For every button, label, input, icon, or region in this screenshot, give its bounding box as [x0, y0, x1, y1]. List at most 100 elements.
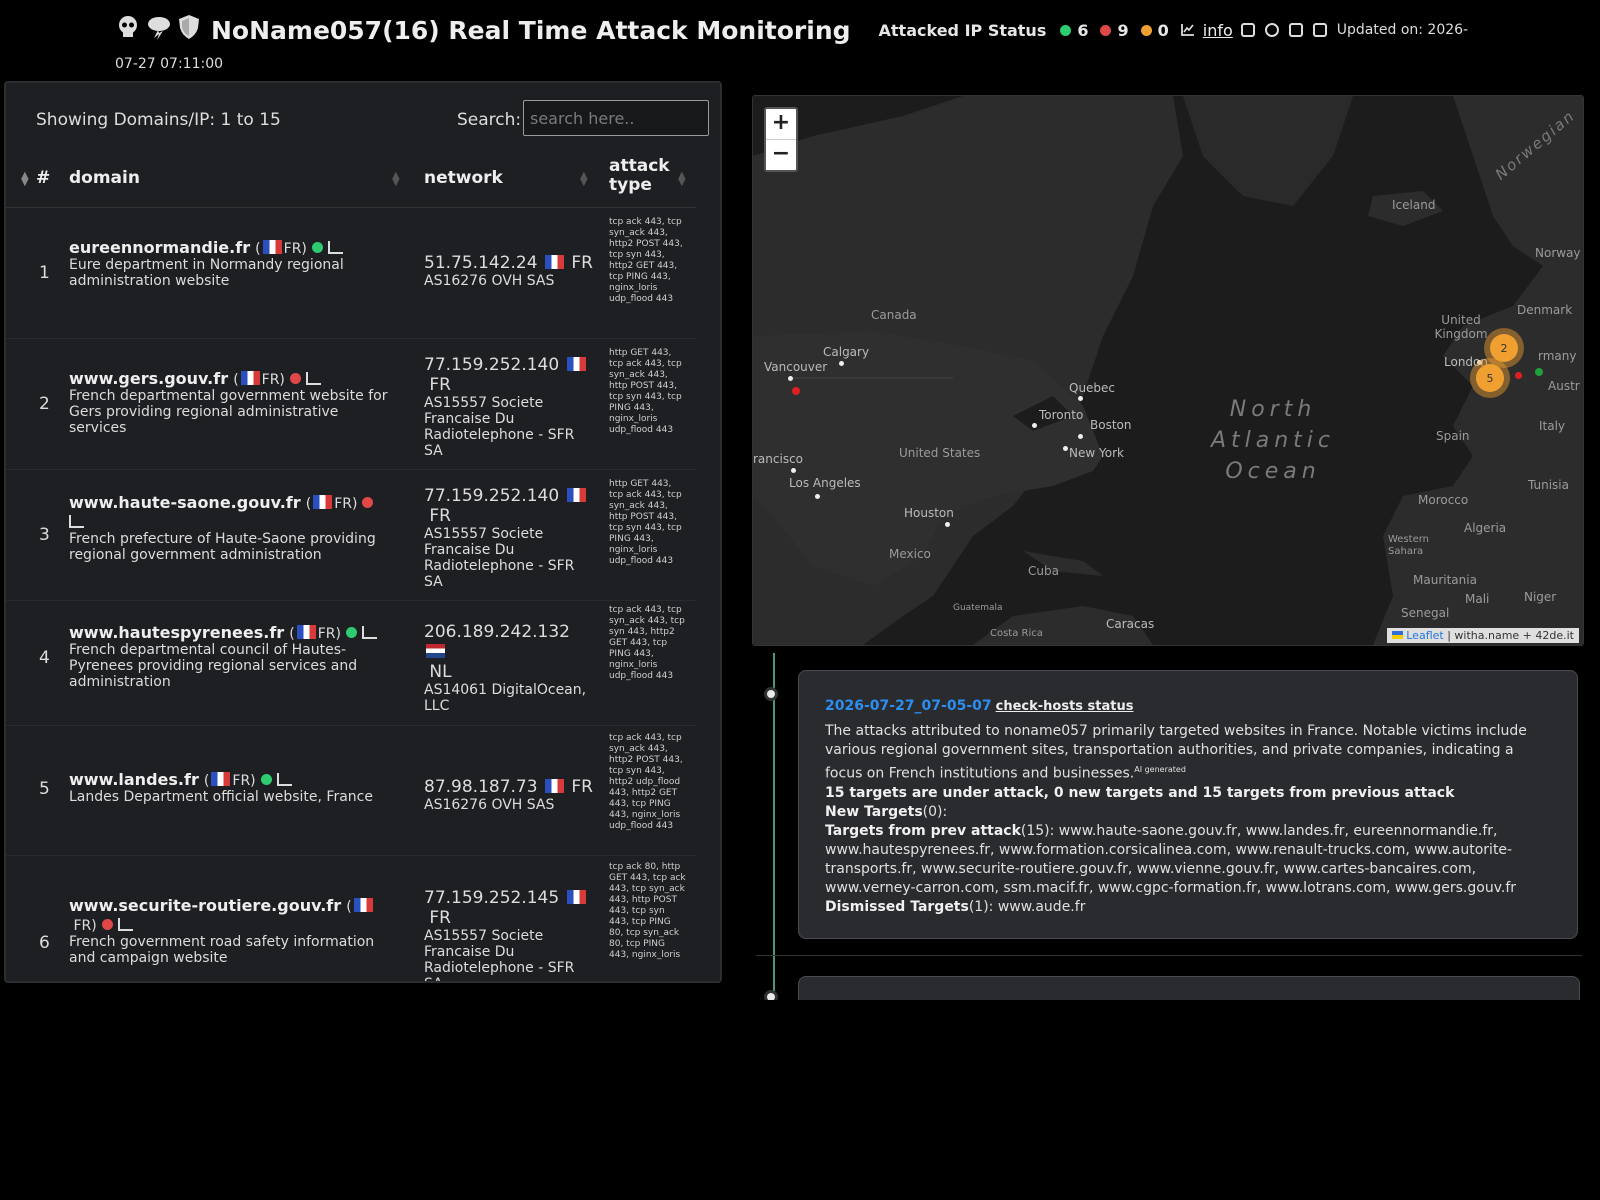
attack-type-cell: tcp ack 80, http GET 443, tcp ack 443, t… — [609, 862, 686, 960]
timeline-entry — [798, 976, 1580, 1000]
network-cell: 87.98.187.73 FR AS16276 OVH SAS — [424, 777, 593, 813]
table-row[interactable]: 2 www.gers.gouv.fr (FR) French departmen… — [6, 338, 696, 470]
ip-address: 51.75.142.24 — [424, 253, 538, 273]
updated-timestamp: Updated on: 2026- — [1336, 22, 1469, 38]
new-targets-value: (0): — [922, 803, 948, 820]
city-dot — [815, 494, 820, 499]
col-attack-type[interactable]: attack type — [609, 157, 679, 195]
chart-icon[interactable] — [117, 918, 133, 931]
dismissed-targets-label: Dismissed Targets — [825, 898, 969, 915]
city-dot — [1032, 423, 1037, 428]
asn: AS16276 OVH SAS — [424, 797, 555, 813]
map-label: Iceland — [1392, 198, 1436, 212]
table-header: ▲ ▼ # domain ▲ ▼ network ▲ ▼ attack type ▲ ▼ — [6, 155, 696, 208]
new-targets-label: New Targets — [825, 803, 923, 820]
zoom-in-button[interactable]: + — [766, 109, 796, 140]
map-label: Denmark — [1517, 303, 1573, 317]
entry-date-link[interactable]: 2026-07-27_07-05-07 — [825, 698, 992, 714]
dismissed-targets-value: (1): www.aude.fr — [968, 898, 1086, 915]
domain-description: French departmental government website f… — [69, 388, 388, 436]
domain-cell: www.securite-routiere.gouv.fr ( FR) Fren… — [69, 896, 399, 966]
map-label: Boston — [1090, 418, 1132, 432]
sort-icon[interactable]: ▲ ▼ — [580, 171, 588, 188]
map-label: Canada — [871, 308, 917, 322]
map-label: Austr — [1548, 379, 1580, 393]
sort-icon[interactable]: ▲ ▼ — [678, 171, 686, 188]
status-dot-icon — [260, 774, 272, 785]
zoom-out-button[interactable]: − — [766, 140, 796, 170]
attack-marker-green[interactable] — [1535, 368, 1543, 376]
ip-address: 77.159.252.145 — [424, 888, 560, 908]
netherlands-flag-icon — [426, 644, 445, 658]
attack-type-cell: tcp ack 443, tcp syn_ack 443, http2 POST… — [609, 733, 683, 831]
city-dot — [791, 468, 796, 473]
zoom-control: + − — [764, 107, 798, 172]
search-input[interactable] — [523, 100, 709, 136]
chart-icon[interactable] — [69, 515, 84, 528]
updated-timestamp-cont: 07-27 07:11:00 — [115, 56, 224, 72]
rss-icon[interactable] — [1312, 23, 1327, 37]
status-unknown-count: 0 — [1140, 21, 1169, 40]
chart-icon[interactable] — [305, 372, 321, 385]
page-title: NoName057(16) Real Time Attack Monitorin… — [115, 14, 851, 46]
sort-icon[interactable]: ▲ ▼ — [392, 171, 400, 188]
col-network[interactable]: network — [424, 168, 503, 188]
row-number: 3 — [39, 525, 50, 545]
table-row[interactable]: 3 www.haute-saone.gouv.fr (FR) French pr… — [6, 469, 696, 601]
france-flag-icon — [566, 357, 586, 371]
network-cell: 77.159.252.140 FR AS15557 Societe Franca… — [424, 486, 594, 590]
domain-name[interactable]: www.gers.gouv.fr — [69, 369, 228, 388]
map-label: Toronto — [1039, 408, 1084, 422]
domain-name[interactable]: eureennormandie.fr — [69, 238, 250, 257]
col-domain[interactable]: domain — [69, 168, 140, 188]
leaflet-link[interactable]: Leaflet — [1406, 629, 1443, 642]
table-row[interactable]: 6 www.securite-routiere.gouv.fr ( FR) Fr… — [6, 855, 696, 981]
domain-name[interactable]: www.haute-saone.gouv.fr — [69, 493, 301, 512]
chart-link-icon[interactable] — [1180, 21, 1195, 40]
marker-cluster[interactable]: 5 — [1470, 358, 1510, 398]
domain-name[interactable]: www.securite-routiere.gouv.fr — [69, 896, 341, 915]
table-row[interactable]: 4 www.hautespyrenees.fr (FR) French depa… — [6, 600, 696, 726]
network-cell: 77.159.252.140 FR AS15557 Societe Franca… — [424, 355, 594, 459]
skull-icon — [115, 14, 141, 46]
map-label: Calgary — [823, 345, 870, 359]
twitter-icon[interactable] — [1240, 23, 1255, 37]
title-text: NoName057(16) Real Time Attack Monitorin… — [211, 15, 851, 45]
attack-timeline: 2026-07-27_07-05-07 check-hosts status Th… — [752, 653, 1582, 1000]
domain-name[interactable]: www.hautespyrenees.fr — [69, 623, 284, 642]
domain-name[interactable]: www.landes.fr — [69, 770, 199, 789]
attacked-ip-status: Attacked IP Status 6 9 0 info Updated on… — [879, 21, 1469, 40]
sort-icon[interactable]: ▲ ▼ — [21, 171, 29, 188]
info-link[interactable]: info — [1203, 21, 1233, 40]
map-label: Houston — [904, 506, 954, 520]
domain-description: French government road safety informatio… — [69, 934, 375, 966]
chart-icon[interactable] — [327, 241, 343, 254]
ip-address: 77.159.252.140 — [424, 486, 560, 506]
chart-icon[interactable] — [276, 773, 292, 786]
entry-counts: 15 targets are under attack, 0 new targe… — [825, 784, 1455, 801]
asn: AS16276 OVH SAS — [424, 273, 555, 289]
row-number: 1 — [39, 263, 50, 283]
col-num[interactable]: # — [36, 168, 50, 188]
map-label: Spain — [1436, 429, 1470, 443]
network-cell: 51.75.142.24 FR AS16276 OVH SAS — [424, 253, 593, 289]
table-row[interactable]: 1 eureennormandie.fr (FR) Eure departmen… — [6, 207, 696, 339]
chart-icon[interactable] — [361, 626, 377, 639]
map-label: Western Sahara — [1388, 534, 1430, 557]
attack-marker-red[interactable] — [792, 387, 800, 395]
page-header: NoName057(16) Real Time Attack Monitorin… — [115, 14, 1485, 46]
mastodon-icon[interactable] — [1264, 23, 1279, 37]
asn: AS14061 DigitalOcean, LLC — [424, 682, 587, 714]
map-label: Algeria — [1464, 521, 1507, 535]
domain-table-panel: Showing Domains/IP: 1 to 15 Search: ▲▼ #… — [4, 81, 722, 983]
attack-marker-red[interactable] — [1515, 372, 1522, 379]
table-row[interactable]: 5 www.landes.fr (FR) Landes Department o… — [6, 725, 696, 856]
domain-description: Eure department in Normandy regional adm… — [69, 257, 344, 289]
france-flag-icon — [544, 779, 564, 793]
attack-map[interactable]: Norwegian Iceland Norway Denmark United … — [752, 95, 1584, 646]
check-hosts-link[interactable]: check-hosts status — [996, 699, 1134, 714]
bluesky-icon[interactable] — [1288, 23, 1303, 37]
status-dot-icon — [311, 242, 323, 253]
domain-cell: eureennormandie.fr (FR) Eure department … — [69, 238, 399, 289]
france-flag-icon — [544, 255, 564, 269]
